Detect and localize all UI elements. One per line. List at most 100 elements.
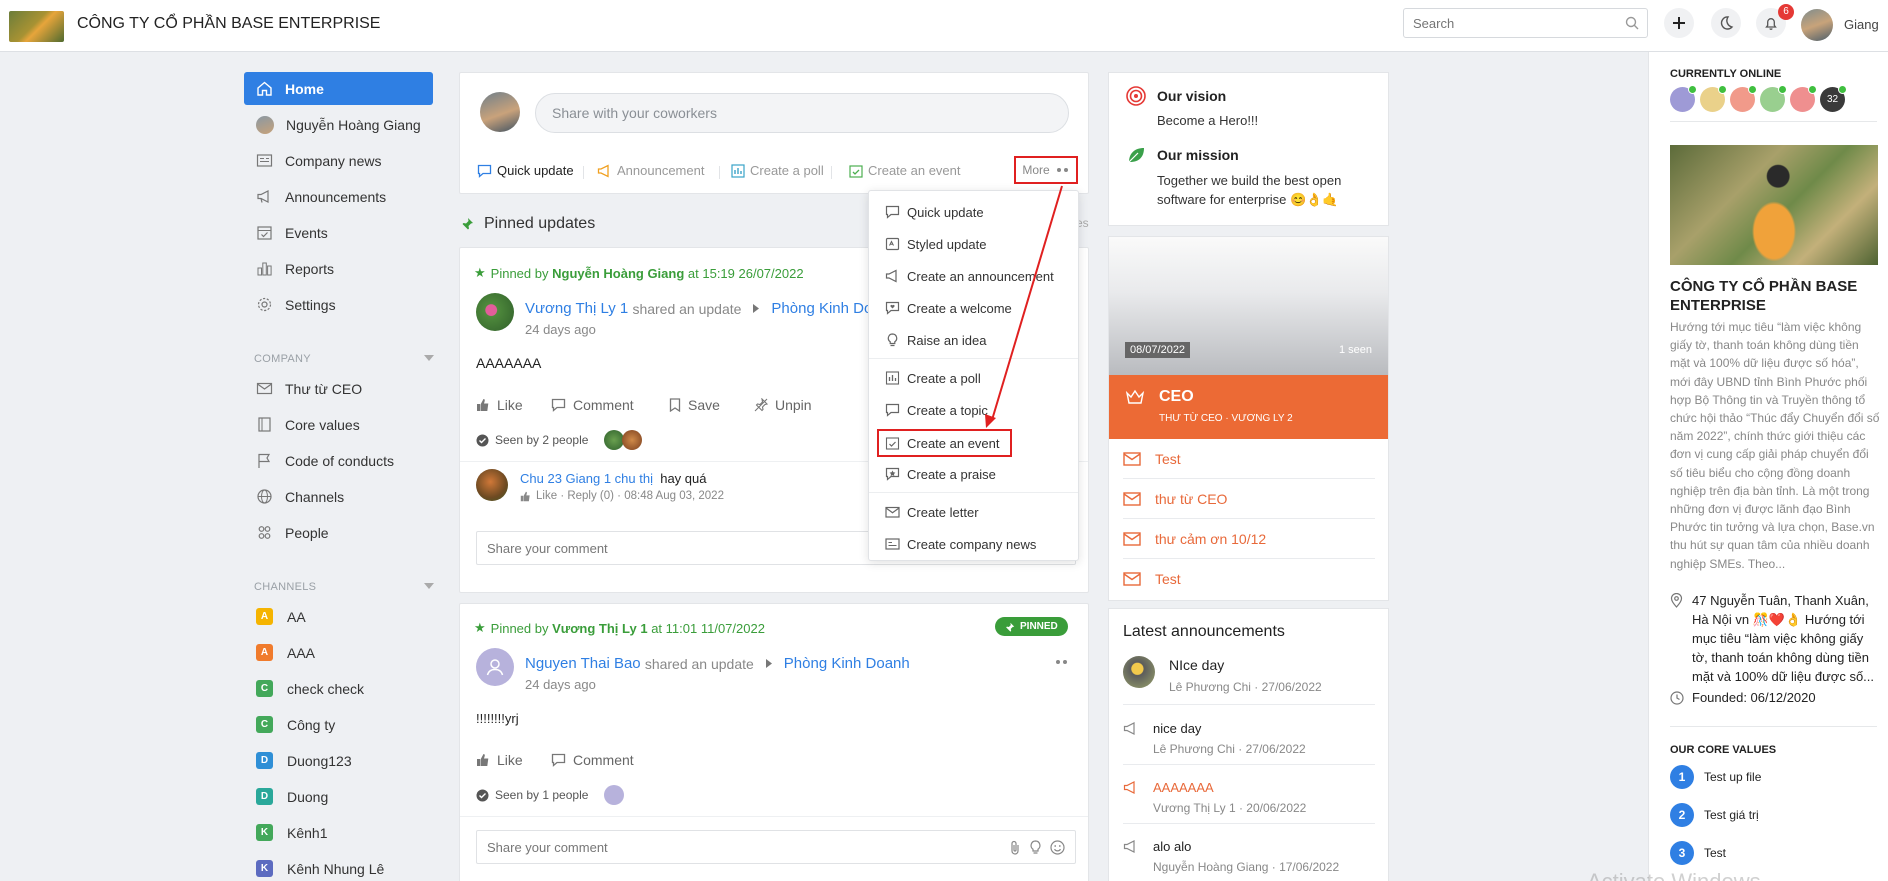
check-circle-icon <box>476 789 489 801</box>
online-more[interactable]: 32 <box>1820 85 1847 112</box>
pinned-by[interactable]: Vương Thị Ly 1 <box>552 621 647 636</box>
tab-quick-update[interactable]: Quick update <box>477 163 574 178</box>
avatar[interactable] <box>476 293 514 331</box>
search-input[interactable] <box>1404 9 1614 37</box>
tab-announcement[interactable]: Announcement <box>597 163 704 178</box>
channel-item[interactable]: K Kênh Nhung Lê <box>244 852 433 881</box>
online-avatar[interactable] <box>1760 85 1787 112</box>
menu-item-create-letter[interactable]: Create letter <box>885 499 1073 525</box>
online-avatar[interactable] <box>1670 85 1697 112</box>
avatar[interactable] <box>1123 656 1155 688</box>
menu-item-create-praise[interactable]: Create a praise <box>885 461 1073 487</box>
post-target[interactable]: Phòng Kinh Doanh <box>784 655 910 672</box>
menu-item-create-welcome[interactable]: Create a welcome <box>885 295 1073 321</box>
avatar[interactable] <box>476 648 514 686</box>
announcement-title[interactable]: alo alo <box>1153 839 1191 854</box>
more-button[interactable]: More <box>1014 156 1078 184</box>
menu-label: Create an announcement <box>907 268 1054 284</box>
post-author[interactable]: Nguyen Thai Bao <box>525 655 641 672</box>
attachment-icon[interactable] <box>1009 840 1021 855</box>
seen-by[interactable]: Seen by 1 people <box>476 785 625 805</box>
channel-item[interactable]: Ccheck check <box>244 672 433 705</box>
announcement-title[interactable]: NIce day <box>1169 657 1224 673</box>
menu-item-quick-update[interactable]: Quick update <box>885 199 1073 225</box>
menu-item-styled-update[interactable]: Styled update <box>885 231 1073 257</box>
nav-home[interactable]: Home <box>244 72 433 105</box>
tab-create-event[interactable]: Create an event <box>849 163 961 178</box>
ceo-link[interactable]: Test <box>1123 439 1375 479</box>
online-avatar[interactable] <box>1730 85 1757 112</box>
menu-item-create-poll[interactable]: Create a poll <box>885 365 1073 391</box>
lightbulb-icon[interactable] <box>1029 839 1042 855</box>
menu-item-create-announcement[interactable]: Create an announcement <box>885 263 1073 289</box>
online-avatar[interactable] <box>1790 85 1817 112</box>
company-title[interactable]: CÔNG TY CỔ PHẦN BASE ENTERPRISE <box>77 15 380 33</box>
nav-people[interactable]: People <box>244 516 433 549</box>
company-logo[interactable] <box>9 11 64 42</box>
channel-item[interactable]: A AAA <box>244 636 433 669</box>
post-options-icon[interactable] <box>1055 659 1069 665</box>
nav-reports[interactable]: Reports <box>244 252 433 285</box>
nav-core-values[interactable]: Core values <box>244 408 433 441</box>
online-avatars: 32 <box>1670 85 1847 112</box>
channel-item[interactable]: A AA <box>244 600 433 633</box>
save-button[interactable]: Save <box>669 397 720 413</box>
menu-label: Create an event <box>907 435 1000 451</box>
nav-ceo-letters[interactable]: Thư từ CEO <box>244 372 433 405</box>
ceo-link[interactable]: Test <box>1123 559 1375 599</box>
user-name[interactable]: Giang <box>1844 17 1879 32</box>
announcement-title[interactable]: AAAAAAA <box>1153 780 1214 795</box>
nav-channels[interactable]: Channels <box>244 480 433 513</box>
chevron-down-icon[interactable] <box>424 583 434 589</box>
add-button[interactable] <box>1664 8 1694 38</box>
avatar[interactable] <box>476 469 508 501</box>
company-cover-image[interactable] <box>1670 145 1878 265</box>
unpin-button[interactable]: Unpin <box>754 397 812 413</box>
emoji-icon[interactable] <box>1050 839 1065 855</box>
comment-input[interactable]: Share your comment <box>476 830 1076 864</box>
tab-create-poll[interactable]: Create a poll <box>731 163 824 178</box>
pinned-by[interactable]: Nguyễn Hoàng Giang <box>552 266 684 281</box>
menu-item-create-topic[interactable]: Create a topic <box>885 397 1073 423</box>
dark-mode-toggle[interactable] <box>1711 8 1741 38</box>
chevron-down-icon[interactable] <box>424 355 434 361</box>
ceo-link[interactable]: thư cảm ơn 10/12 <box>1123 519 1375 559</box>
comment-like[interactable]: Like <box>536 490 557 502</box>
core-value-item[interactable]: 3 Test <box>1670 841 1726 865</box>
nav-events[interactable]: Events <box>244 216 433 249</box>
post-author[interactable]: Vương Thị Ly 1 <box>525 300 628 317</box>
nav-code-of-conducts[interactable]: Code of conducts <box>244 444 433 477</box>
comment-button[interactable]: Comment <box>551 752 634 768</box>
people-icon <box>258 526 271 539</box>
channel-item[interactable]: D Duong123 <box>244 744 433 777</box>
nav-company-news[interactable]: Company news <box>244 144 433 177</box>
announcement-title[interactable]: nice day <box>1153 721 1201 736</box>
core-value-item[interactable]: 1 Test up file <box>1670 765 1761 789</box>
pin-icon <box>462 218 473 230</box>
ceo-link[interactable]: thư từ CEO <box>1123 479 1375 519</box>
nav-settings[interactable]: Settings <box>244 288 433 321</box>
search-icon[interactable] <box>1625 16 1639 30</box>
pinned-at: at 11:01 11/07/2022 <box>651 620 765 636</box>
menu-item-raise-idea[interactable]: Raise an idea <box>885 327 1073 353</box>
menu-item-create-company-news[interactable]: Create company news <box>885 531 1073 557</box>
channel-item[interactable]: K Kênh1 <box>244 816 433 849</box>
menu-item-create-event[interactable]: Create an event <box>877 429 1012 457</box>
online-avatar[interactable] <box>1700 85 1727 112</box>
user-avatar[interactable] <box>1801 9 1833 41</box>
comment-author[interactable]: Chu 23 Giang 1 chu thị <box>520 471 653 486</box>
search-box[interactable] <box>1403 8 1648 38</box>
seen-by[interactable]: Seen by 2 people <box>476 430 643 450</box>
like-button[interactable]: Like <box>476 397 523 413</box>
globe-icon <box>257 489 272 504</box>
channel-item[interactable]: C Công ty <box>244 708 433 741</box>
channel-item[interactable]: D Duong <box>244 780 433 813</box>
nav-profile[interactable]: Nguyễn Hoàng Giang <box>244 108 433 141</box>
share-input[interactable]: Share with your coworkers <box>535 93 1069 133</box>
ceo-header[interactable]: CEO THƯ TỪ CEO · VƯƠNG LY 2 <box>1109 375 1388 439</box>
post-target[interactable]: Phòng Kinh Doa <box>771 300 880 317</box>
comment-button[interactable]: Comment <box>551 397 634 413</box>
like-button[interactable]: Like <box>476 752 523 768</box>
core-value-item[interactable]: 2 Test giá trị <box>1670 803 1759 827</box>
nav-announcements[interactable]: Announcements <box>244 180 433 213</box>
